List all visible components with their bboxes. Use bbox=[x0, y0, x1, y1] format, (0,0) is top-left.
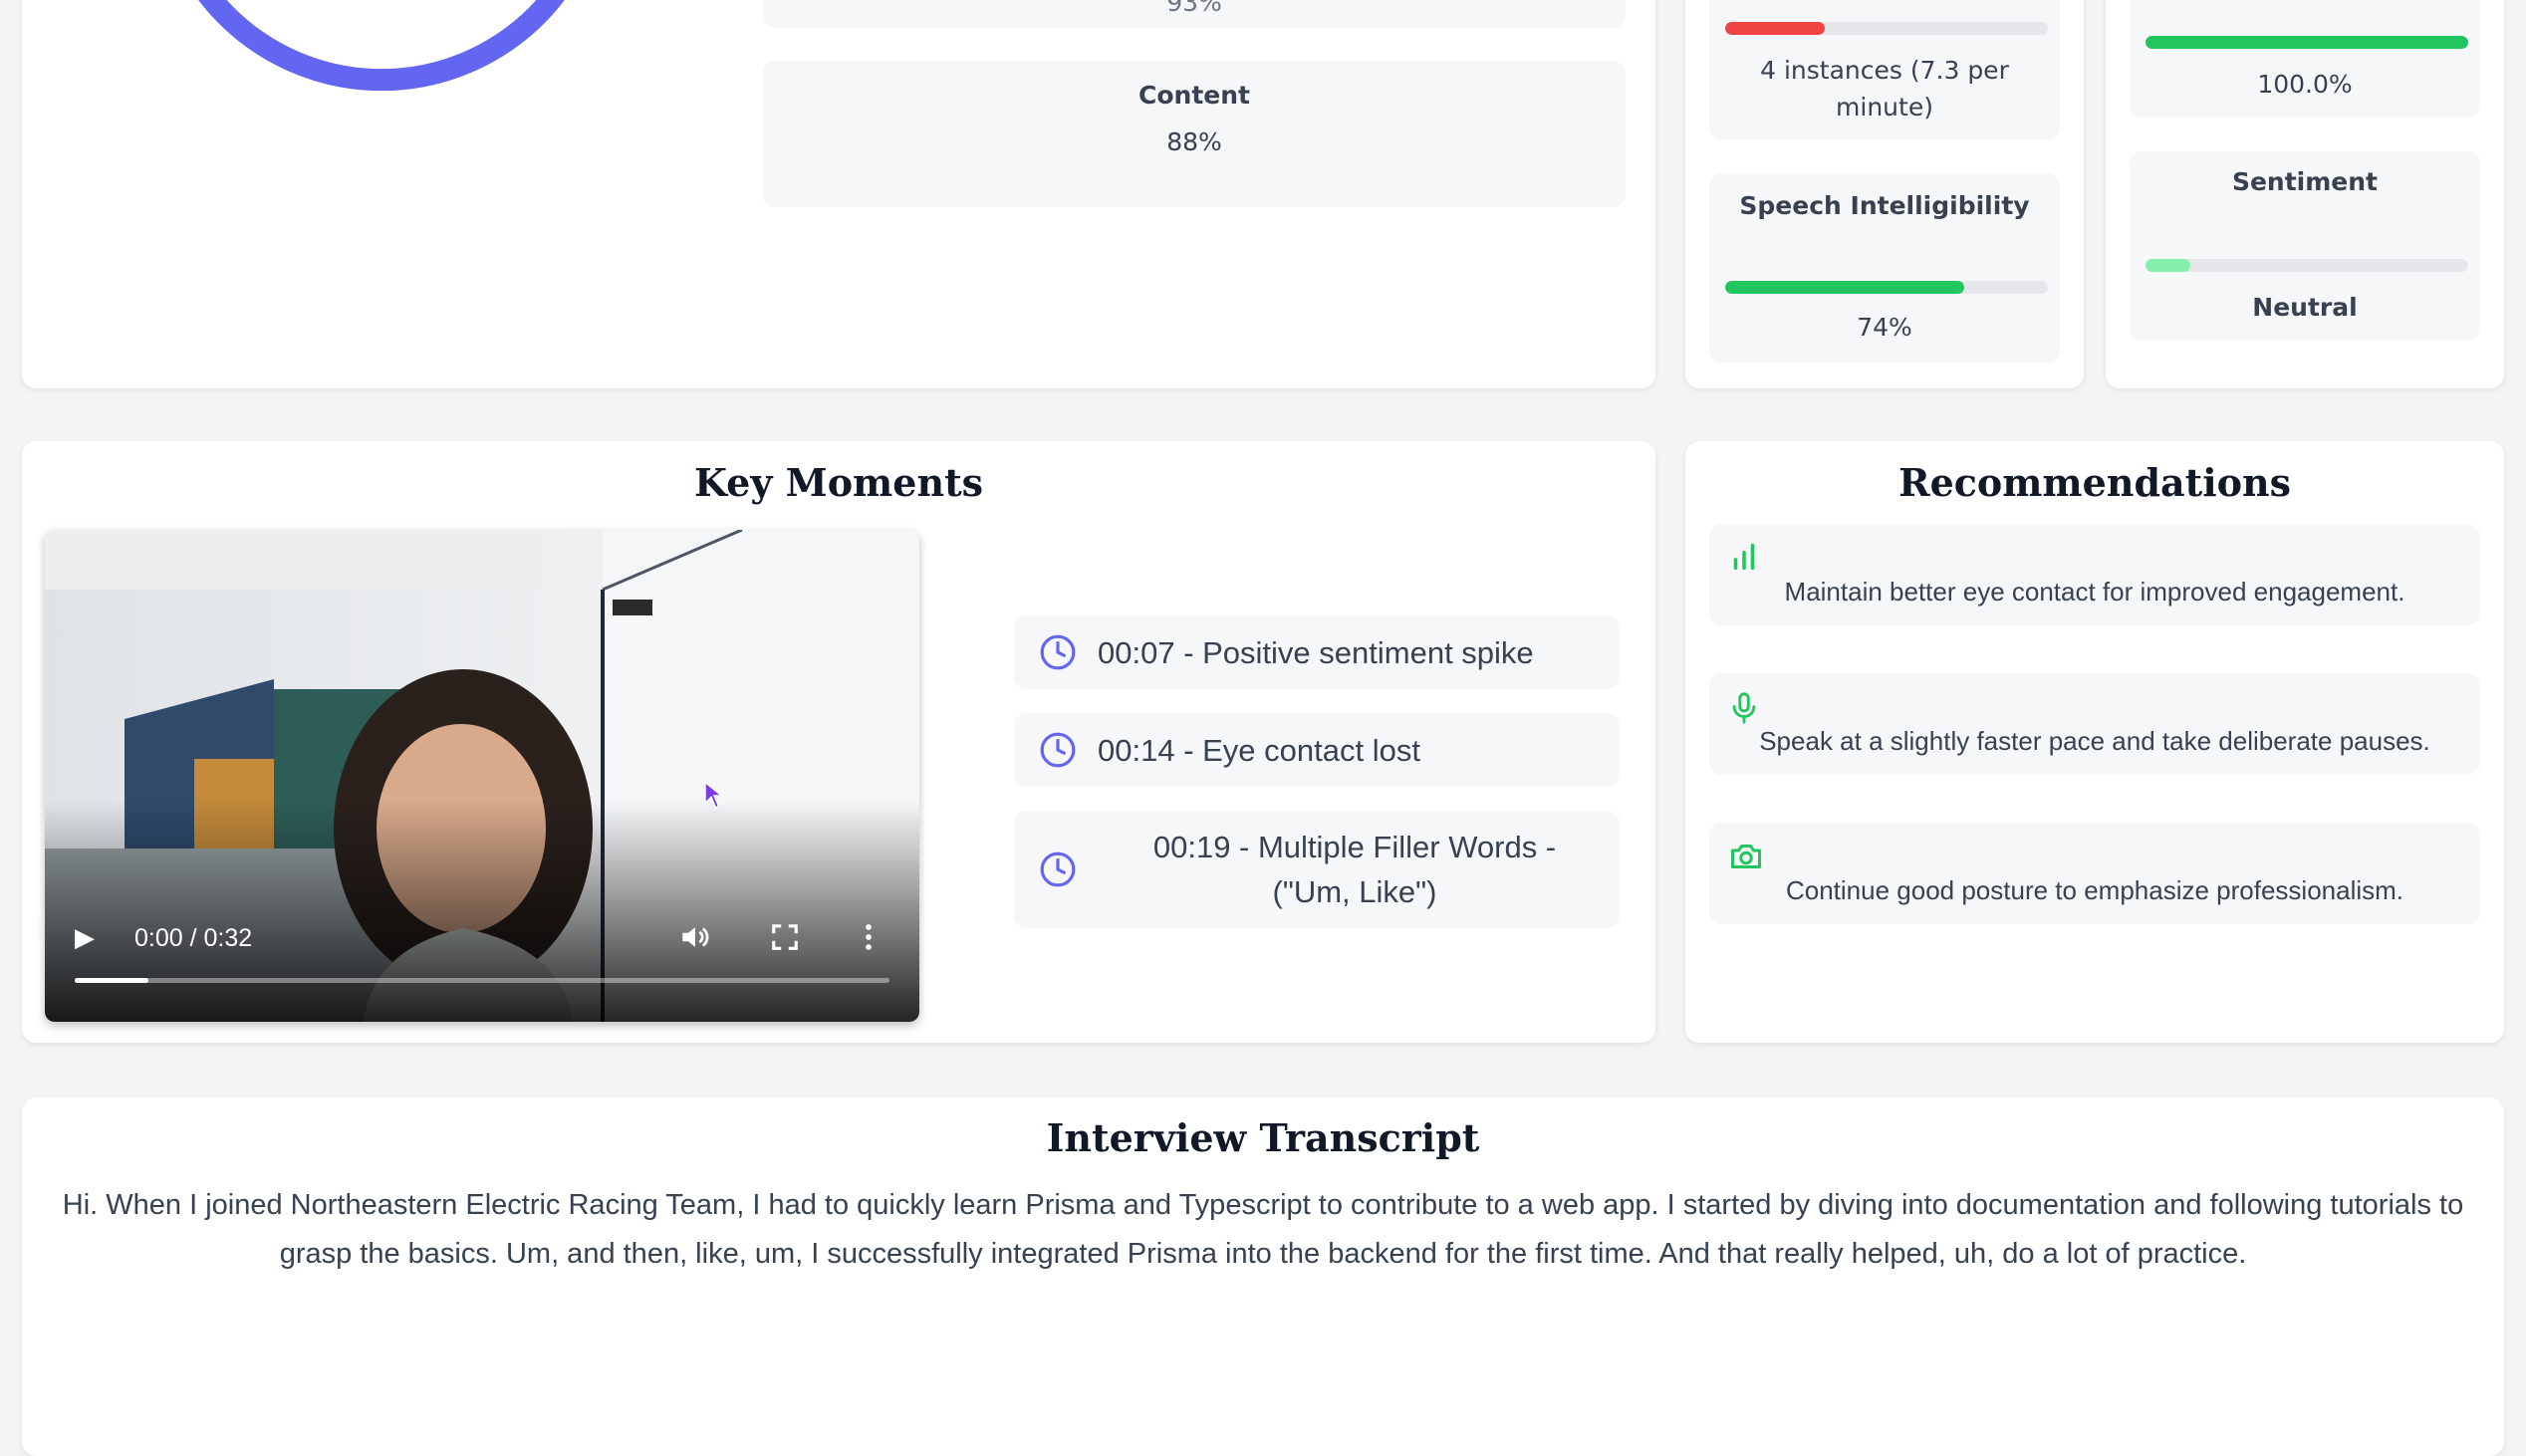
visual-metric-tile-top: 100.0% bbox=[2130, 0, 2480, 118]
volume-icon[interactable] bbox=[678, 920, 712, 954]
recommendation-text: Speak at a slightly faster pace and take… bbox=[1759, 726, 2430, 756]
recommendation-text: Maintain better eye contact for improved… bbox=[1784, 577, 2405, 607]
video-play-button[interactable]: ▶ bbox=[75, 922, 95, 953]
filler-words-value: 4 instances (7.3 per minute) bbox=[1760, 56, 2009, 121]
clock-icon bbox=[1040, 851, 1076, 887]
filler-words-bar bbox=[1725, 22, 2048, 35]
recommendation-text: Continue good posture to emphasize profe… bbox=[1785, 875, 2404, 905]
key-moment-item[interactable]: 00:07 - Positive sentiment spike bbox=[1014, 615, 1620, 689]
content-score-label: Content bbox=[1138, 81, 1250, 110]
video-player[interactable]: ▶ 0:00 / 0:32 bbox=[45, 530, 919, 1022]
key-moments-title: Key Moments bbox=[693, 460, 984, 505]
mouse-cursor bbox=[704, 781, 724, 810]
score-tile-partial-value: 93% bbox=[1166, 0, 1222, 17]
more-options-icon[interactable] bbox=[862, 922, 876, 952]
speech-intelligibility-value: 74% bbox=[1857, 313, 1912, 342]
recommendation-item: Maintain better eye contact for improved… bbox=[1709, 524, 2480, 625]
clock-icon bbox=[1040, 634, 1076, 670]
sentiment-bar bbox=[2146, 259, 2468, 272]
video-progress-track[interactable] bbox=[75, 978, 889, 983]
content-score-value: 88% bbox=[1166, 127, 1222, 156]
speech-intelligibility-bar bbox=[1725, 281, 2048, 294]
sentiment-bar-fill bbox=[2146, 259, 2191, 272]
speech-intelligibility-label: Speech Intelligibility bbox=[1739, 191, 2030, 220]
key-moment-item[interactable]: 00:19 - Multiple Filler Words - ("Um, Li… bbox=[1014, 811, 1620, 928]
video-progress-fill bbox=[75, 978, 148, 983]
speech-intelligibility-tile: Speech Intelligibility 74% bbox=[1709, 173, 2060, 363]
transcript-title: Interview Transcript bbox=[1046, 1115, 1480, 1160]
sentiment-value: Neutral bbox=[2252, 293, 2358, 322]
content-score-tile: Content 88% bbox=[763, 61, 1626, 207]
key-moment-text: 00:19 - Multiple Filler Words - ("Um, Li… bbox=[1152, 830, 1557, 909]
overall-score-gauge bbox=[198, 0, 565, 92]
visual-metric-top-bar-fill bbox=[2146, 36, 2468, 49]
key-moment-text: 00:07 - Positive sentiment spike bbox=[1098, 634, 1534, 670]
recommendation-item: Continue good posture to emphasize profe… bbox=[1709, 823, 2480, 924]
speech-metrics-card: 4 instances (7.3 per minute) Speech Inte… bbox=[1685, 0, 2084, 388]
overall-score-text: 74% bbox=[221, 0, 507, 21]
sentiment-tile: Sentiment Neutral bbox=[2130, 151, 2480, 341]
score-tile-partial: 93% bbox=[763, 0, 1626, 28]
transcript-card: Interview Transcript Hi. When I joined N… bbox=[22, 1097, 2504, 1456]
fullscreen-icon[interactable] bbox=[770, 922, 800, 952]
recommendation-item: Speak at a slightly faster pace and take… bbox=[1709, 673, 2480, 775]
speech-intelligibility-bar-fill bbox=[1725, 281, 1964, 294]
filler-words-bar-fill bbox=[1725, 22, 1826, 35]
visual-metric-top-bar bbox=[2146, 36, 2468, 49]
video-time: 0:00 / 0:32 bbox=[134, 924, 253, 952]
visual-metric-top-value: 100.0% bbox=[2257, 70, 2353, 99]
clock-icon bbox=[1040, 732, 1076, 768]
filler-words-tile: 4 instances (7.3 per minute) bbox=[1709, 0, 2060, 139]
key-moment-text: 00:14 - Eye contact lost bbox=[1098, 732, 1420, 768]
transcript-text: Hi. When I joined Northeastern Electric … bbox=[62, 1189, 2464, 1270]
bar-chart-icon bbox=[1733, 543, 1755, 571]
score-card: 74% 93% Content 88% bbox=[22, 0, 1655, 388]
key-moment-item[interactable]: 00:14 - Eye contact lost bbox=[1014, 713, 1620, 787]
microphone-icon bbox=[1732, 692, 1756, 724]
camera-icon bbox=[1731, 845, 1761, 868]
recommendations-title: Recommendations bbox=[1897, 460, 2291, 505]
visual-metrics-card: 100.0% Sentiment Neutral bbox=[2106, 0, 2504, 388]
sentiment-label: Sentiment bbox=[2231, 167, 2379, 196]
